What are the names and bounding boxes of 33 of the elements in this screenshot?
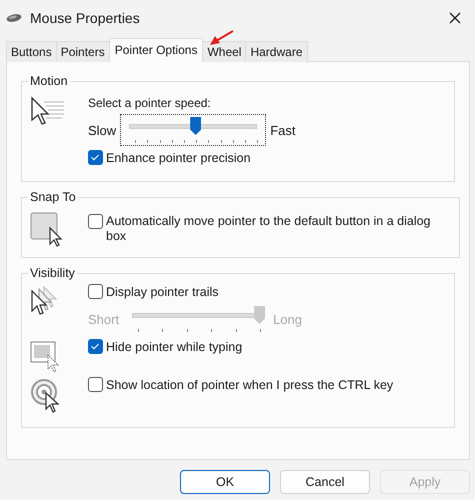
checkbox[interactable] xyxy=(88,284,103,299)
fast-label: Fast xyxy=(270,122,296,138)
close-icon[interactable] xyxy=(449,12,461,24)
tab[interactable]: Pointer Options xyxy=(108,38,204,62)
checkbox-label: Display pointer trails xyxy=(106,284,219,298)
checkbox-label: Hide pointer while typing xyxy=(106,340,242,354)
tab[interactable]: Buttons xyxy=(6,41,57,62)
checkbox-label: Show location of pointer when I press the CTRL key xyxy=(106,378,394,392)
group-title: Snap To xyxy=(29,190,77,204)
long-label: Long xyxy=(273,312,302,326)
speed-label: Select a pointer speed: xyxy=(88,96,212,110)
checkbox[interactable] xyxy=(88,339,103,354)
checkbox-label: Enhance pointer precision xyxy=(106,150,251,164)
slider-thumb[interactable] xyxy=(190,117,202,135)
tab[interactable]: Hardware xyxy=(245,41,308,62)
pointer-speed-icon xyxy=(30,96,66,128)
slider-thumb[interactable] xyxy=(254,306,266,324)
checkbox[interactable] xyxy=(88,150,103,165)
short-label: Short xyxy=(88,312,120,326)
group-title: Motion xyxy=(29,74,69,88)
tab[interactable]: Wheel xyxy=(202,41,246,62)
slow-label: Slow xyxy=(88,122,116,138)
tab[interactable]: Pointers xyxy=(56,41,110,62)
checkbox-label: Automatically move pointer to the default button in a dialog box xyxy=(106,214,432,244)
speed-slider[interactable] xyxy=(120,114,266,146)
annotation-arrow xyxy=(208,30,234,46)
dialog-button[interactable]: OK xyxy=(180,470,270,494)
dialog-button[interactable]: Cancel xyxy=(280,470,370,494)
mouse-icon xyxy=(6,13,22,23)
checkbox[interactable] xyxy=(88,214,103,229)
group-title: Visibility xyxy=(29,266,76,280)
window-title: Mouse Properties xyxy=(30,10,141,26)
checkbox[interactable] xyxy=(88,377,103,392)
